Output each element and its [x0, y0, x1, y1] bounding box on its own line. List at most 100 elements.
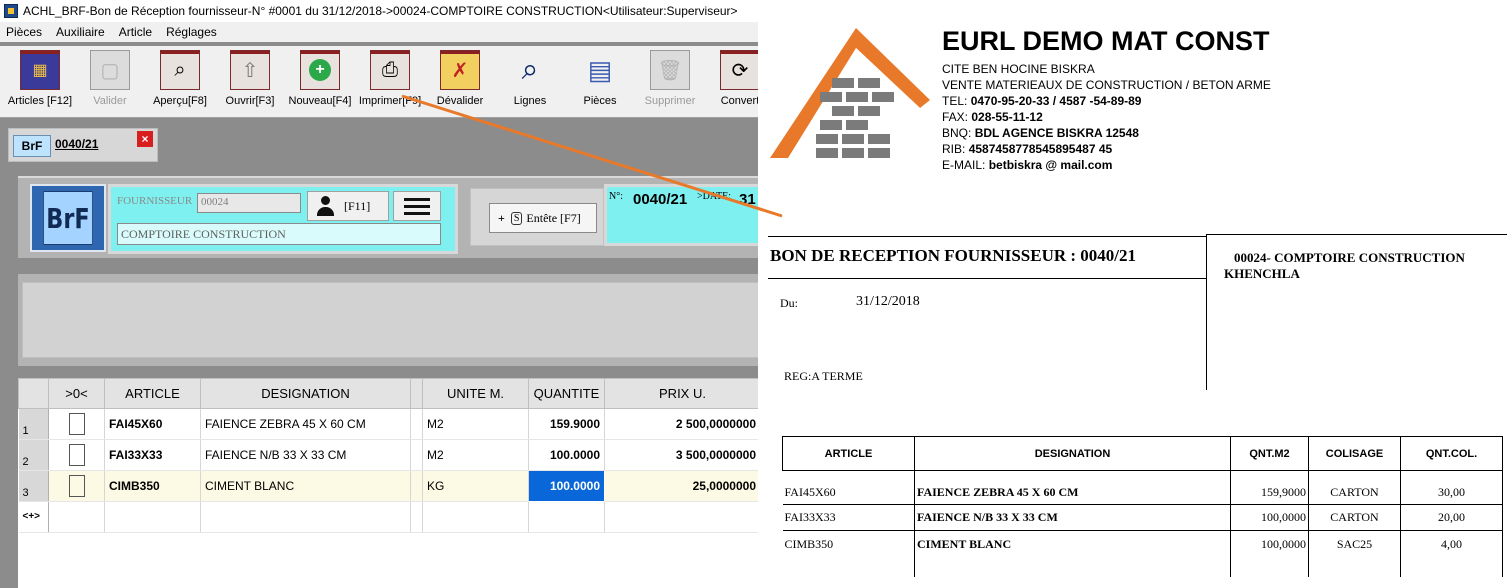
- cell-designation[interactable]: CIMENT BLANC: [200, 470, 411, 502]
- company-activity: VENTE MATERIEAUX DE CONSTRUCTION / BETON…: [942, 78, 1271, 92]
- cell-article[interactable]: FAI45X60: [104, 408, 201, 440]
- menu-reglages[interactable]: Réglages: [166, 25, 217, 39]
- cell-designation[interactable]: FAIENCE N/B 33 X 33 CM: [200, 439, 411, 471]
- app-icon: [4, 4, 18, 18]
- menu-pieces[interactable]: Pièces: [6, 25, 42, 39]
- doc-tab-badge: BrF: [13, 135, 51, 157]
- table-row: CIMB350 CIMENT BLANC 100,0000 SAC25 4,00: [782, 530, 1503, 577]
- entete-panel: + S Entête [F7]: [470, 188, 604, 246]
- col-spacer: [410, 378, 423, 409]
- search-lines-icon: ⌕: [510, 50, 550, 90]
- divider: [768, 236, 1206, 237]
- company-tel: TEL: 0470-95-20-33 / 4587 -54-89-89: [942, 94, 1142, 108]
- cell-prix[interactable]: 3 500,0000000: [604, 439, 760, 471]
- table-row: FAI33X33 FAIENCE N/B 33 X 33 CM 100,0000…: [782, 504, 1503, 531]
- header-panel: BrF FOURNISSEUR 00024 [F11] COMPTOIRE CO…: [18, 176, 760, 258]
- numero-label: N°:: [609, 191, 623, 202]
- fournisseur-name-field[interactable]: COMPTOIRE CONSTRUCTION: [117, 223, 441, 245]
- cell-quantite[interactable]: 100.0000: [528, 439, 605, 471]
- supplier-block: 00024- COMPTOIRE CONSTRUCTION KHENCHLA: [1224, 250, 1507, 282]
- cell-article[interactable]: FAI33X33: [104, 439, 201, 471]
- plus-icon: +: [498, 210, 505, 225]
- hamburger-menu-button[interactable]: [393, 191, 441, 221]
- ouvrir-button[interactable]: ⇧ Ouvrir[F3]: [214, 50, 286, 116]
- entete-button[interactable]: + S Entête [F7]: [489, 203, 597, 233]
- select-supplier-button[interactable]: [F11]: [307, 191, 389, 221]
- new-row[interactable]: <+>: [18, 501, 760, 533]
- cell-prix[interactable]: 2 500,0000000: [604, 408, 760, 440]
- document-title: BON DE RECEPTION FOURNISSEUR : 0040/21: [770, 246, 1137, 265]
- app-window: ACHL_BRF-Bon de Réception fournisseur-N°…: [0, 0, 760, 588]
- divider: [1206, 234, 1507, 235]
- row-checkbox[interactable]: [48, 439, 105, 471]
- fournisseur-label: FOURNISSEUR: [117, 195, 193, 207]
- articles-button[interactable]: ▦ Articles [F12]: [4, 50, 76, 116]
- numero-box: N°: 0040/21 >DATE: 31: [604, 184, 760, 246]
- lignes-button[interactable]: ⌕ Lignes: [494, 50, 566, 116]
- cell-unite[interactable]: M2: [422, 408, 529, 440]
- col-prix[interactable]: PRIX U.: [604, 378, 760, 409]
- row-checkbox[interactable]: [48, 408, 105, 440]
- cell-unite[interactable]: KG: [422, 470, 529, 502]
- document-tab[interactable]: BrF 0040/21 ×: [8, 128, 158, 162]
- fournisseur-box: FOURNISSEUR 00024 [F11] COMPTOIRE CONSTR…: [108, 184, 458, 254]
- company-rib: RIB: 4587458778545895487 45: [942, 142, 1113, 156]
- devalider-button[interactable]: ✗ Dévalider: [424, 50, 496, 116]
- documents-icon: ▤: [580, 50, 620, 90]
- doc-col-qntcol: QNT.COL.: [1400, 436, 1503, 471]
- row-checkbox[interactable]: [48, 470, 105, 502]
- apercu-button[interactable]: ⌕ Aperçu[F8]: [144, 50, 216, 116]
- supplier-city: KHENCHLA: [1224, 266, 1300, 281]
- up-arrow-icon: ⇧: [230, 50, 270, 90]
- document-lines-table: ARTICLE DESIGNATION QNT.M2 COLISAGE QNT.…: [782, 436, 1503, 577]
- magnifier-icon: ⌕: [160, 50, 200, 90]
- window-title: ACHL_BRF-Bon de Réception fournisseur-N°…: [23, 4, 738, 18]
- company-email: E-MAIL: betbiskra @ mail.com: [942, 158, 1113, 172]
- col-quantite[interactable]: QUANTITE: [528, 378, 605, 409]
- s-badge: S: [510, 211, 523, 225]
- cell-quantite[interactable]: 159.9000: [528, 408, 605, 440]
- col-unite[interactable]: UNITE M.: [422, 378, 529, 409]
- imprimer-button[interactable]: ⎙ Imprimer[F9]: [354, 50, 426, 116]
- company-bank: BNQ: BDL AGENCE BISKRA 12548: [942, 126, 1139, 140]
- valider-button[interactable]: ▢ Valider: [74, 50, 146, 116]
- table-row[interactable]: 3 CIMB350 CIMENT BLANC KG 100.0000 25,00…: [18, 470, 760, 502]
- cell-prix[interactable]: 25,0000000: [604, 470, 760, 502]
- table-row[interactable]: 2 FAI33X33 FAIENCE N/B 33 X 33 CM M2 100…: [18, 439, 760, 471]
- title-bar: ACHL_BRF-Bon de Réception fournisseur-N°…: [0, 0, 760, 22]
- table-row[interactable]: 1 FAI45X60 FAIENCE ZEBRA 45 X 60 CM M2 1…: [18, 408, 760, 440]
- cell-quantite-focused[interactable]: 100.0000: [528, 470, 605, 502]
- row-number: 1: [18, 408, 49, 440]
- printed-document: EURL DEMO MAT CONST CITE BEN HOCINE BISK…: [758, 14, 1507, 588]
- cell-article[interactable]: CIMB350: [104, 470, 201, 502]
- lines-grid: >0< ARTICLE DESIGNATION UNITE M. QUANTIT…: [18, 378, 760, 588]
- nouveau-button[interactable]: + Nouveau[F4]: [284, 50, 356, 116]
- table-row: FAI45X60 FAIENCE ZEBRA 45 X 60 CM 159,90…: [782, 470, 1503, 505]
- house-logo-icon: [770, 28, 930, 158]
- cell-unite[interactable]: M2: [422, 439, 529, 471]
- new-row-marker[interactable]: <+>: [18, 501, 49, 533]
- check-square-icon: ▢: [90, 50, 130, 90]
- date-label: Du:: [780, 296, 798, 310]
- pieces-button[interactable]: ▤ Pièces: [564, 50, 636, 116]
- col-article[interactable]: ARTICLE: [104, 378, 201, 409]
- cell-designation[interactable]: FAIENCE ZEBRA 45 X 60 CM: [200, 408, 411, 440]
- doc-tab-number[interactable]: 0040/21: [55, 137, 98, 151]
- brf-logo: BrF: [30, 184, 106, 252]
- info-panel: [18, 274, 760, 366]
- col-designation[interactable]: DESIGNATION: [200, 378, 411, 409]
- grid-icon: ▦: [20, 50, 60, 90]
- row-number: 3: [18, 470, 49, 502]
- supplier-name: 00024- COMPTOIRE CONSTRUCTION: [1234, 250, 1465, 265]
- row-number: 2: [18, 439, 49, 471]
- supprimer-button[interactable]: 🗑 Supprimer: [634, 50, 706, 116]
- toolbar: ▦ Articles [F12] ▢ Valider ⌕ Aperçu[F8] …: [0, 46, 760, 118]
- fournisseur-code-field[interactable]: 00024: [197, 193, 301, 213]
- menu-article[interactable]: Article: [119, 25, 152, 39]
- menu-auxiliaire[interactable]: Auxiliaire: [56, 25, 105, 39]
- close-icon[interactable]: ×: [137, 131, 153, 147]
- doc-col-qnt: QNT.M2: [1230, 436, 1309, 471]
- col-check[interactable]: >0<: [48, 378, 105, 409]
- hamburger-icon: [404, 197, 430, 201]
- convert-button[interactable]: ⟳ Convert: [704, 50, 760, 116]
